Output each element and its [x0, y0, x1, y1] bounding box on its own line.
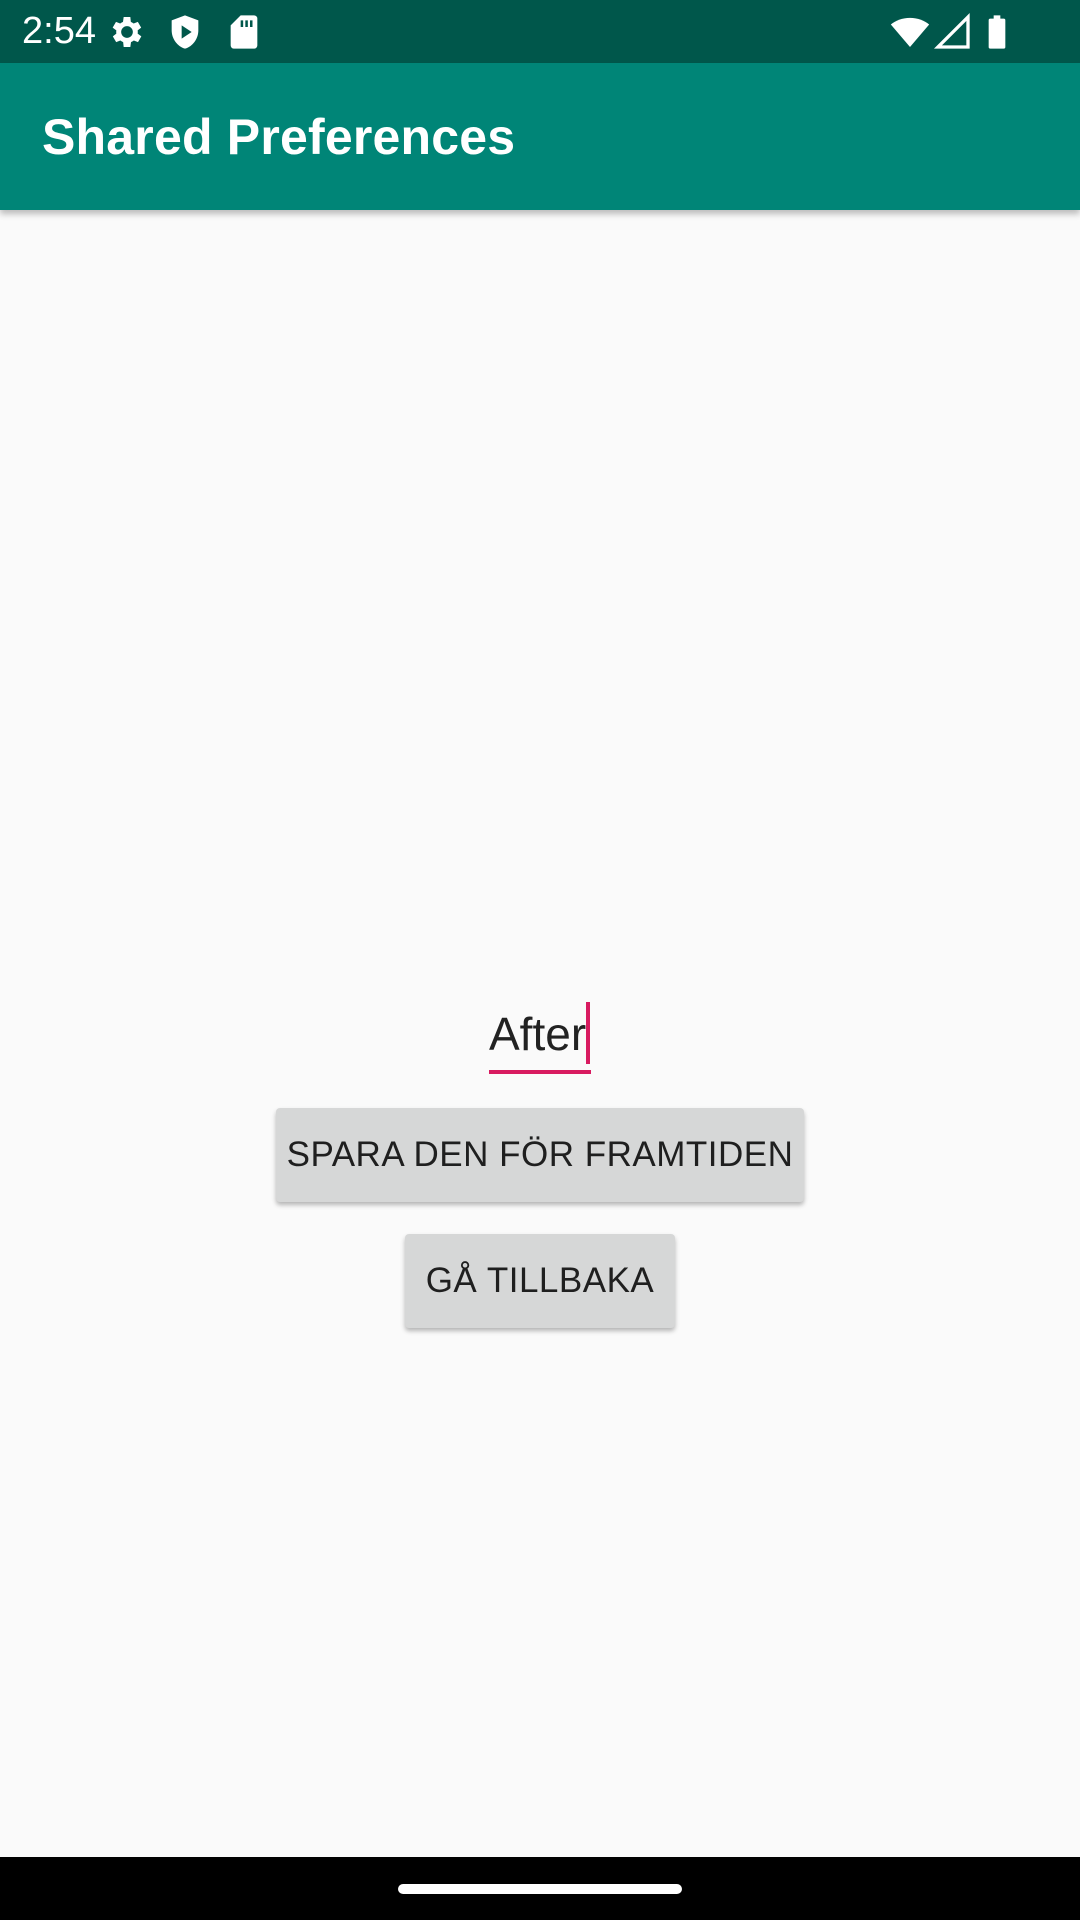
gear-icon	[107, 12, 147, 52]
status-time: 2:54	[22, 10, 96, 52]
wifi-icon	[890, 12, 930, 52]
battery-icon	[977, 12, 1017, 52]
app-title: Shared Preferences	[42, 109, 516, 165]
save-button[interactable]: SPARA DEN FÖR FRAMTIDEN	[276, 1108, 804, 1202]
back-button[interactable]: GÅ TILLBAKA	[405, 1234, 675, 1328]
text-input-underline	[489, 1070, 591, 1074]
text-input-value[interactable]: After	[489, 1000, 591, 1068]
shield-play-icon	[165, 12, 205, 52]
screen: 2:54 Shared Preferences After SPARA DEN …	[0, 0, 1080, 1920]
app-bar: Shared Preferences	[0, 63, 1080, 210]
text-cursor	[586, 1002, 590, 1064]
navigation-bar	[0, 1857, 1080, 1920]
sd-card-icon	[224, 12, 264, 52]
text-input[interactable]: After	[489, 1000, 591, 1075]
status-bar: 2:54	[0, 0, 1080, 63]
home-handle[interactable]	[398, 1884, 682, 1894]
signal-icon	[933, 12, 973, 52]
